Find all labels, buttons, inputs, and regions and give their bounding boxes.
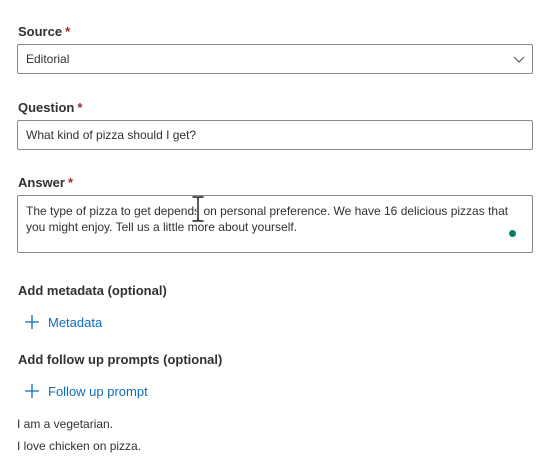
qna-edit-form: Source * Editorial Question * What kind of…: [0, 0, 546, 462]
question-input-value: What kind of pizza should I get?: [26, 128, 197, 142]
required-marker: *: [67, 175, 74, 190]
add-metadata-label: Metadata: [48, 314, 103, 330]
source-label-text: Source: [18, 24, 63, 39]
follow-up-prompt-item[interactable]: I love chicken on pizza.: [17, 439, 141, 453]
question-label-text: Question: [18, 100, 75, 115]
answer-textarea-value: The type of pizza to get depends on pers…: [26, 204, 509, 234]
question-input[interactable]: What kind of pizza should I get?: [17, 120, 533, 150]
chevron-down-icon: [513, 56, 525, 63]
add-follow-up-prompt-label: Follow up prompt: [48, 383, 148, 399]
answer-label: Answer *: [18, 175, 73, 190]
answer-textarea[interactable]: The type of pizza to get depends on pers…: [17, 195, 533, 253]
source-dropdown[interactable]: Editorial: [17, 44, 533, 74]
status-dot-icon: [509, 230, 516, 237]
source-dropdown-value: Editorial: [26, 52, 70, 66]
required-marker: *: [77, 100, 83, 115]
plus-icon: [25, 384, 39, 398]
question-label: Question *: [18, 100, 82, 115]
add-metadata-button[interactable]: Metadata: [24, 312, 102, 332]
source-label: Source *: [18, 24, 70, 39]
plus-icon: [25, 315, 39, 329]
required-marker: *: [65, 24, 71, 39]
add-follow-up-prompt-button[interactable]: Follow up prompt: [24, 381, 148, 401]
text-cursor-icon: [191, 196, 205, 222]
follow-up-heading: Add follow up prompts (optional): [18, 352, 223, 367]
answer-label-text: Answer: [18, 175, 65, 190]
follow-up-prompt-item[interactable]: I am a vegetarian.: [17, 417, 113, 431]
metadata-heading: Add metadata (optional): [18, 283, 167, 298]
